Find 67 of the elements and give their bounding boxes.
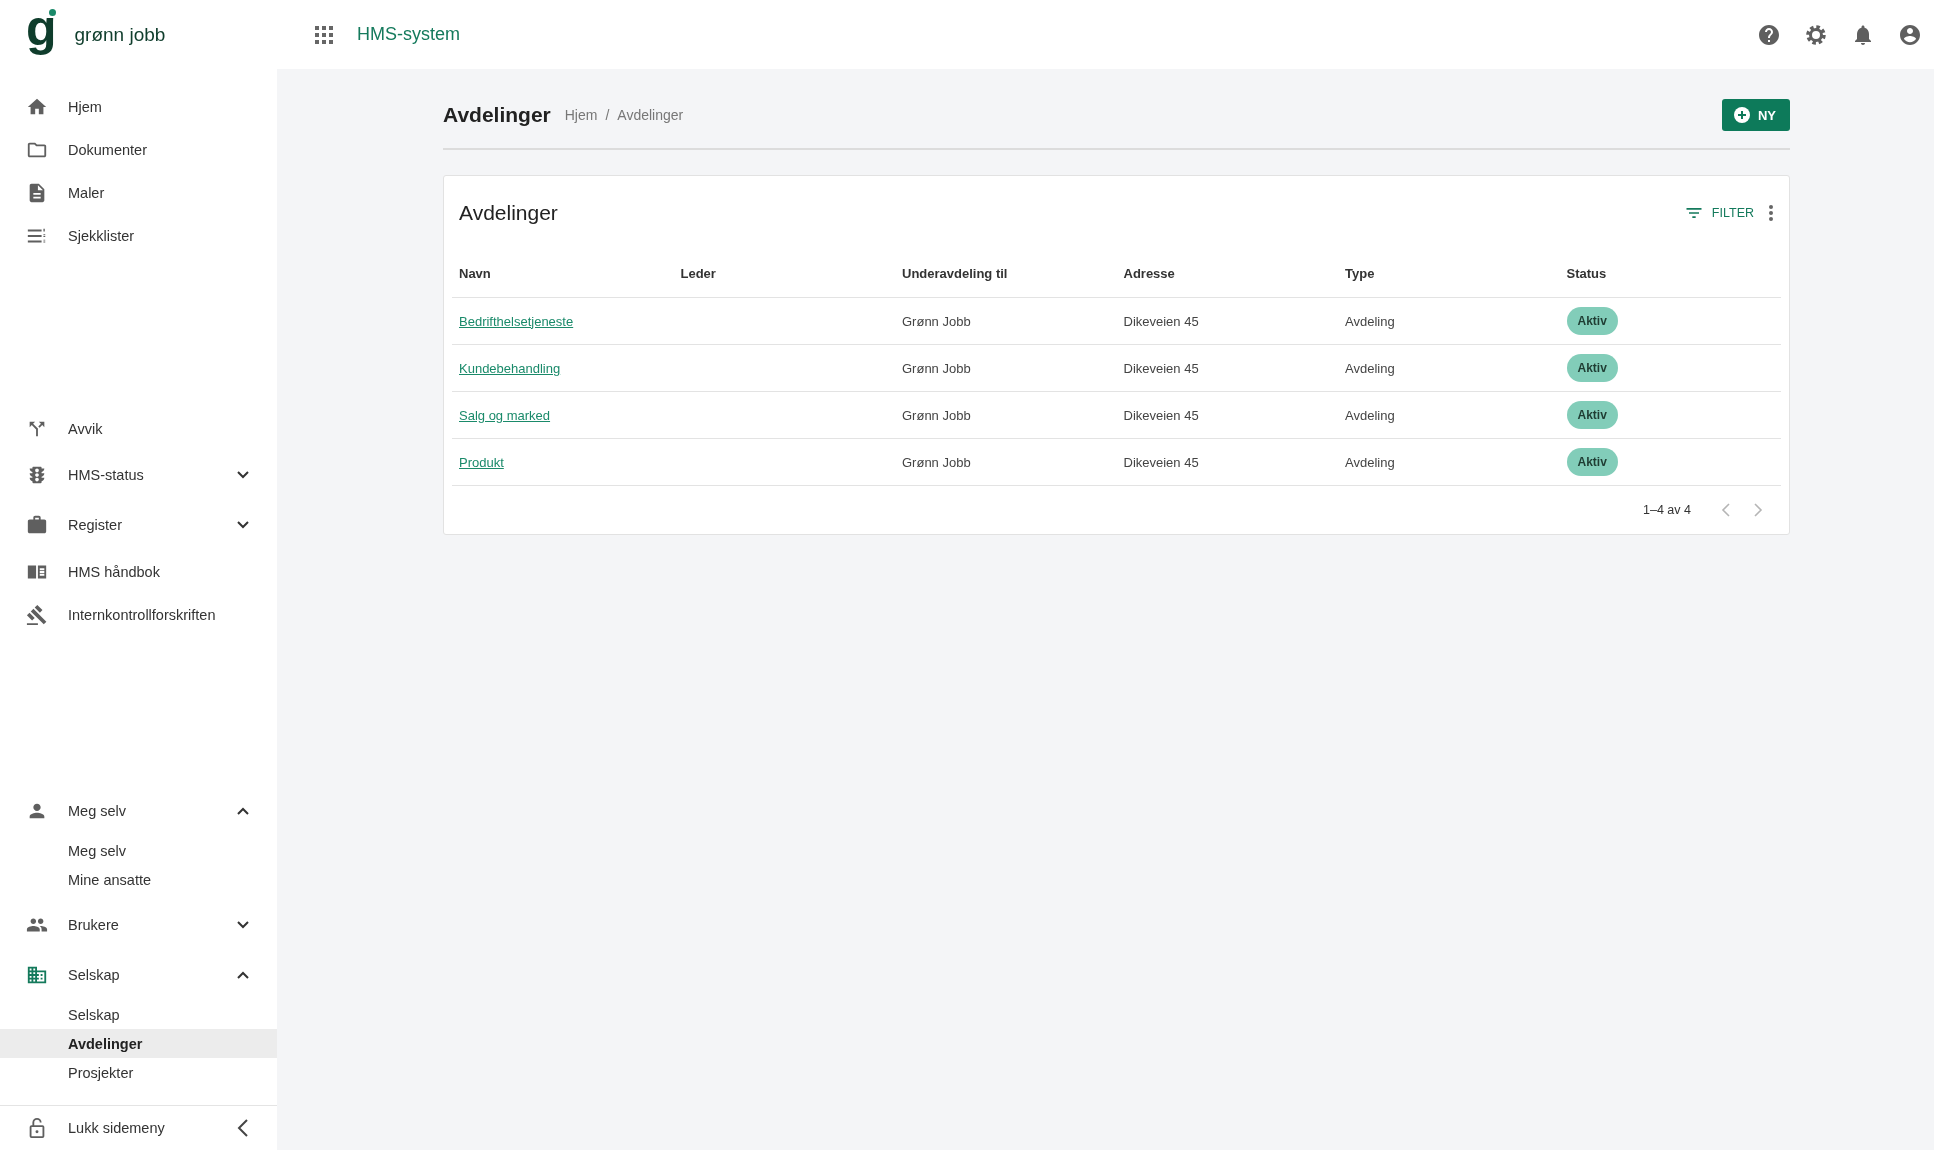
- table-cell: Grønn Jobb: [902, 360, 971, 376]
- status-chip: Aktiv: [1566, 448, 1618, 476]
- apps-grid-icon[interactable]: [315, 25, 333, 44]
- department-link[interactable]: Salg og marked: [459, 407, 551, 423]
- column-header[interactable]: Type: [1338, 250, 1560, 298]
- breadcrumb-separator: /: [605, 107, 610, 123]
- sidebar-item[interactable]: Internkontrollforskriften: [0, 593, 277, 636]
- sidebar-item[interactable]: Meg selv: [0, 786, 277, 836]
- expand-chevron-icon[interactable]: [237, 521, 249, 529]
- table-cell: Dikeveien 45: [1123, 313, 1199, 329]
- more-options-icon[interactable]: [1768, 204, 1774, 222]
- table-cell: Avdeling: [1345, 360, 1395, 376]
- table-cell: Avdeling: [1345, 313, 1395, 329]
- column-header[interactable]: Leder: [673, 250, 895, 298]
- app-title: HMS-system: [357, 24, 460, 45]
- help-icon: [1757, 22, 1781, 47]
- sidebar-item[interactable]: HMS håndbok: [0, 550, 277, 593]
- sidebar-subitem[interactable]: Prosjekter: [0, 1058, 277, 1087]
- sidebar-item[interactable]: Brukere: [0, 900, 277, 950]
- collapse-chevron-icon[interactable]: [237, 971, 249, 979]
- expand-chevron-icon[interactable]: [237, 471, 249, 479]
- table-cell: Dikeveien 45: [1123, 360, 1199, 376]
- sidebar-item[interactable]: Register: [0, 500, 277, 550]
- account-icon: [1898, 22, 1922, 47]
- column-header[interactable]: Status: [1559, 250, 1781, 298]
- sidebar-subitem[interactable]: Avdelinger: [0, 1029, 277, 1058]
- logo-mark: g: [26, 2, 57, 53]
- new-button[interactable]: NY: [1721, 99, 1790, 131]
- sidebar-subitem[interactable]: Mine ansatte: [0, 865, 277, 894]
- table-cell: Grønn Jobb: [902, 407, 971, 423]
- sidebar-item[interactable]: HMS-status: [0, 450, 277, 500]
- sidebar-item[interactable]: Maler: [0, 171, 277, 214]
- close-sidebar-item[interactable]: Lukk sidemeny: [0, 1105, 277, 1150]
- table-cell: Grønn Jobb: [902, 454, 971, 470]
- collapse-chevron-icon[interactable]: [237, 807, 249, 815]
- department-link[interactable]: Kundebehandling: [459, 360, 561, 376]
- pagination-range: 1–4 av 4: [1643, 503, 1691, 517]
- column-header[interactable]: Adresse: [1116, 250, 1338, 298]
- page-title: Avdelinger: [443, 103, 551, 127]
- sidebar-item[interactable]: Sjekklister: [0, 214, 277, 257]
- column-header[interactable]: Navn: [452, 250, 674, 298]
- status-chip: Aktiv: [1566, 307, 1618, 335]
- sidebar-item[interactable]: Selskap: [0, 950, 277, 1000]
- card-title: Avdelinger: [459, 201, 558, 225]
- table-cell: Dikeveien 45: [1123, 454, 1199, 470]
- table-cell: Dikeveien 45: [1123, 407, 1199, 423]
- department-link[interactable]: Bedrifthelsetjeneste: [459, 313, 574, 329]
- table-cell: Avdeling: [1345, 407, 1395, 423]
- column-header[interactable]: Underavdeling til: [895, 250, 1117, 298]
- table-cell: Grønn Jobb: [902, 313, 971, 329]
- logo-text: grønn jobb: [74, 23, 166, 46]
- sidebar-item[interactable]: Dokumenter: [0, 128, 277, 171]
- status-chip: Aktiv: [1566, 401, 1618, 429]
- sidebar-subitem[interactable]: Selskap: [0, 1000, 277, 1029]
- status-chip: Aktiv: [1566, 354, 1618, 382]
- department-link[interactable]: Produkt: [459, 454, 504, 470]
- sidebar-subitem[interactable]: Meg selv: [0, 836, 277, 865]
- expand-chevron-icon[interactable]: [237, 921, 249, 929]
- sidebar-item[interactable]: Hjem: [0, 85, 277, 128]
- settings-icon[interactable]: [1804, 22, 1828, 47]
- breadcrumb-item: Avdelinger: [617, 107, 684, 123]
- breadcrumb-item[interactable]: Hjem: [564, 107, 598, 123]
- filter-button[interactable]: FILTER: [1679, 199, 1758, 227]
- add-circle-icon: [1733, 107, 1750, 123]
- sidebar-item[interactable]: Avvik: [0, 407, 277, 450]
- chevron-left-icon[interactable]: [237, 1118, 249, 1138]
- table-cell: Avdeling: [1345, 454, 1395, 470]
